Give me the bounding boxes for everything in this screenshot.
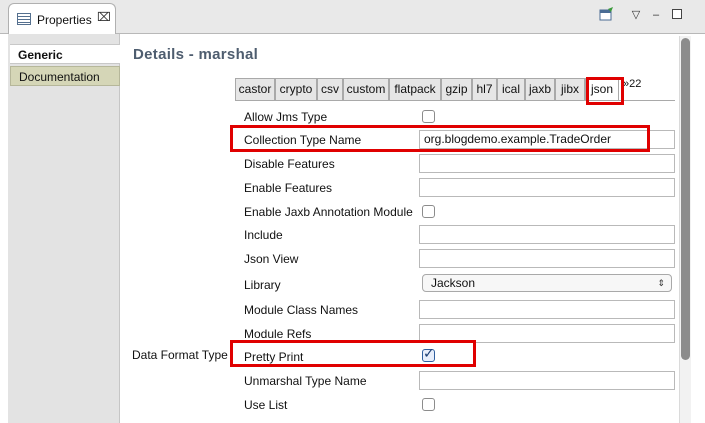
enable-features-label: Enable Features (244, 181, 333, 195)
allow-jms-type-checkbox[interactable] (422, 110, 435, 123)
chevron-updown-icon: ⇕ (657, 278, 665, 288)
disable-features-label: Disable Features (244, 157, 335, 171)
tab-jibx[interactable]: jibx (555, 78, 585, 100)
disable-features-field[interactable] (419, 154, 675, 173)
tab-jaxb[interactable]: jaxb (525, 78, 555, 100)
maximize-icon[interactable] (672, 9, 682, 19)
include-label: Include (244, 228, 283, 242)
tab-gzip[interactable]: gzip (441, 78, 472, 100)
tab-castor[interactable]: castor (235, 78, 275, 100)
close-icon[interactable]: ⌧ (97, 10, 111, 24)
module-class-names-field[interactable] (419, 300, 675, 319)
highlight-json-tab (586, 77, 624, 105)
minimize-icon[interactable]: ‒ (647, 6, 665, 24)
scrollbar-thumb[interactable] (681, 38, 690, 360)
properties-tab-label: Properties (37, 13, 92, 27)
pin-editor-icon[interactable] (598, 6, 616, 24)
tab-csv[interactable]: csv (317, 78, 343, 100)
sidebar-item-generic[interactable]: Generic (10, 44, 120, 64)
enable-jaxb-annotation-module-checkbox[interactable] (422, 205, 435, 218)
library-selected-value: Jackson (431, 276, 476, 290)
use-list-checkbox[interactable] (422, 398, 435, 411)
unmarshal-type-name-field[interactable] (419, 371, 675, 390)
properties-view-tab[interactable]: Properties ⌧ (8, 3, 116, 35)
enable-jaxb-annotation-module-label: Enable Jaxb Annotation Module (244, 205, 413, 219)
json-view-field[interactable] (419, 249, 675, 268)
json-view-label: Json View (244, 252, 299, 266)
use-list-label: Use List (244, 398, 288, 412)
highlight-pretty-print (230, 340, 476, 367)
library-select[interactable]: Jackson ⇕ (422, 274, 672, 292)
library-label: Library (244, 278, 281, 292)
tab-ical[interactable]: ical (497, 78, 525, 100)
include-field[interactable] (419, 225, 675, 244)
module-refs-label: Module Refs (244, 327, 312, 341)
module-class-names-label: Module Class Names (244, 303, 359, 317)
enable-features-field[interactable] (419, 178, 675, 197)
sidebar-item-documentation[interactable]: Documentation (10, 66, 120, 86)
highlight-collection-type-name (230, 125, 650, 152)
data-format-type-label: Data Format Type (132, 348, 228, 362)
sidebar (8, 34, 120, 423)
properties-icon (17, 13, 31, 25)
tab-hl7[interactable]: hl7 (472, 78, 497, 100)
page-title: Details - marshal (133, 46, 259, 63)
tab-custom[interactable]: custom (343, 78, 389, 100)
tab-flatpack[interactable]: flatpack (389, 78, 441, 100)
more-tabs-button[interactable]: »22 (623, 78, 641, 90)
allow-jms-type-label: Allow Jms Type (244, 110, 328, 124)
view-menu-icon[interactable]: ▽ (627, 6, 645, 24)
tab-crypto[interactable]: crypto (275, 78, 317, 100)
unmarshal-type-name-label: Unmarshal Type Name (244, 374, 367, 388)
